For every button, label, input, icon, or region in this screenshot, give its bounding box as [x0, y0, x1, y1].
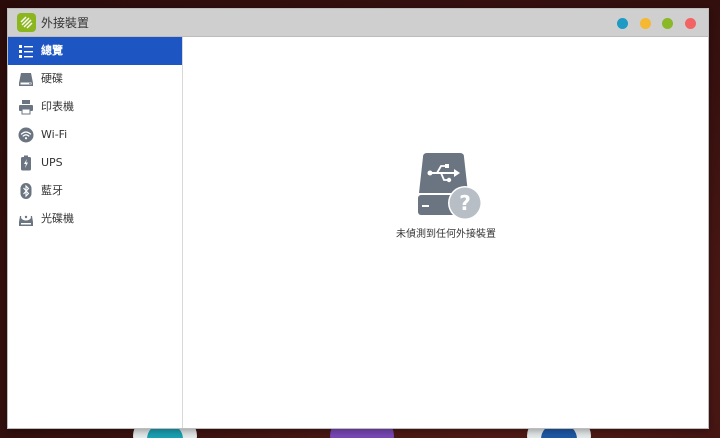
window-title: 外接裝置 [41, 16, 90, 30]
printer-icon [19, 100, 33, 115]
sidebar-item-printer[interactable]: 印表機 [8, 93, 182, 121]
optical-drive-icon [19, 213, 33, 226]
svg-text:?: ? [459, 191, 471, 215]
sidebar-item-wifi[interactable]: Wi-Fi [8, 121, 182, 149]
sidebar-item-overview[interactable]: 總覽 [8, 37, 182, 65]
window-control-red[interactable] [685, 18, 696, 29]
hard-disk-icon [19, 73, 33, 86]
sidebar-item-label: 硬碟 [41, 72, 63, 85]
external-devices-window: 外接裝置 總覽 硬碟 印表機 Wi-Fi UPS 藍牙 光碟機 ? 未偵測到任何… [7, 8, 709, 429]
sidebar-item-bluetooth[interactable]: 藍牙 [8, 177, 182, 205]
sidebar-item-label: UPS [41, 156, 63, 169]
window-control-green[interactable] [662, 18, 673, 29]
sidebar-item-ups[interactable]: UPS [8, 149, 182, 177]
main-content: ? 未偵測到任何外接裝置 [184, 37, 708, 428]
sidebar-nav: 總覽 硬碟 印表機 Wi-Fi UPS 藍牙 光碟機 [8, 37, 183, 428]
sidebar-item-hard-disk[interactable]: 硬碟 [8, 65, 182, 93]
sidebar-item-label: 藍牙 [41, 184, 63, 197]
ups-battery-icon [21, 155, 31, 171]
external-devices-app-icon [17, 13, 36, 32]
overview-list-icon [19, 45, 33, 58]
usb-drive-unknown-icon: ? [418, 153, 482, 220]
sidebar-item-label: 總覽 [41, 44, 63, 57]
window-control-yellow[interactable] [640, 18, 651, 29]
sidebar-item-label: Wi-Fi [41, 128, 68, 141]
sidebar-item-label: 印表機 [41, 100, 74, 113]
wifi-icon [18, 127, 34, 143]
bluetooth-icon [20, 183, 32, 199]
sidebar-item-label: 光碟機 [41, 212, 74, 225]
title-bar[interactable]: 外接裝置 [8, 9, 708, 37]
empty-state-message: 未偵測到任何外接裝置 [396, 229, 496, 240]
sidebar-item-optical-drive[interactable]: 光碟機 [8, 205, 182, 233]
window-control-blue[interactable] [617, 18, 628, 29]
